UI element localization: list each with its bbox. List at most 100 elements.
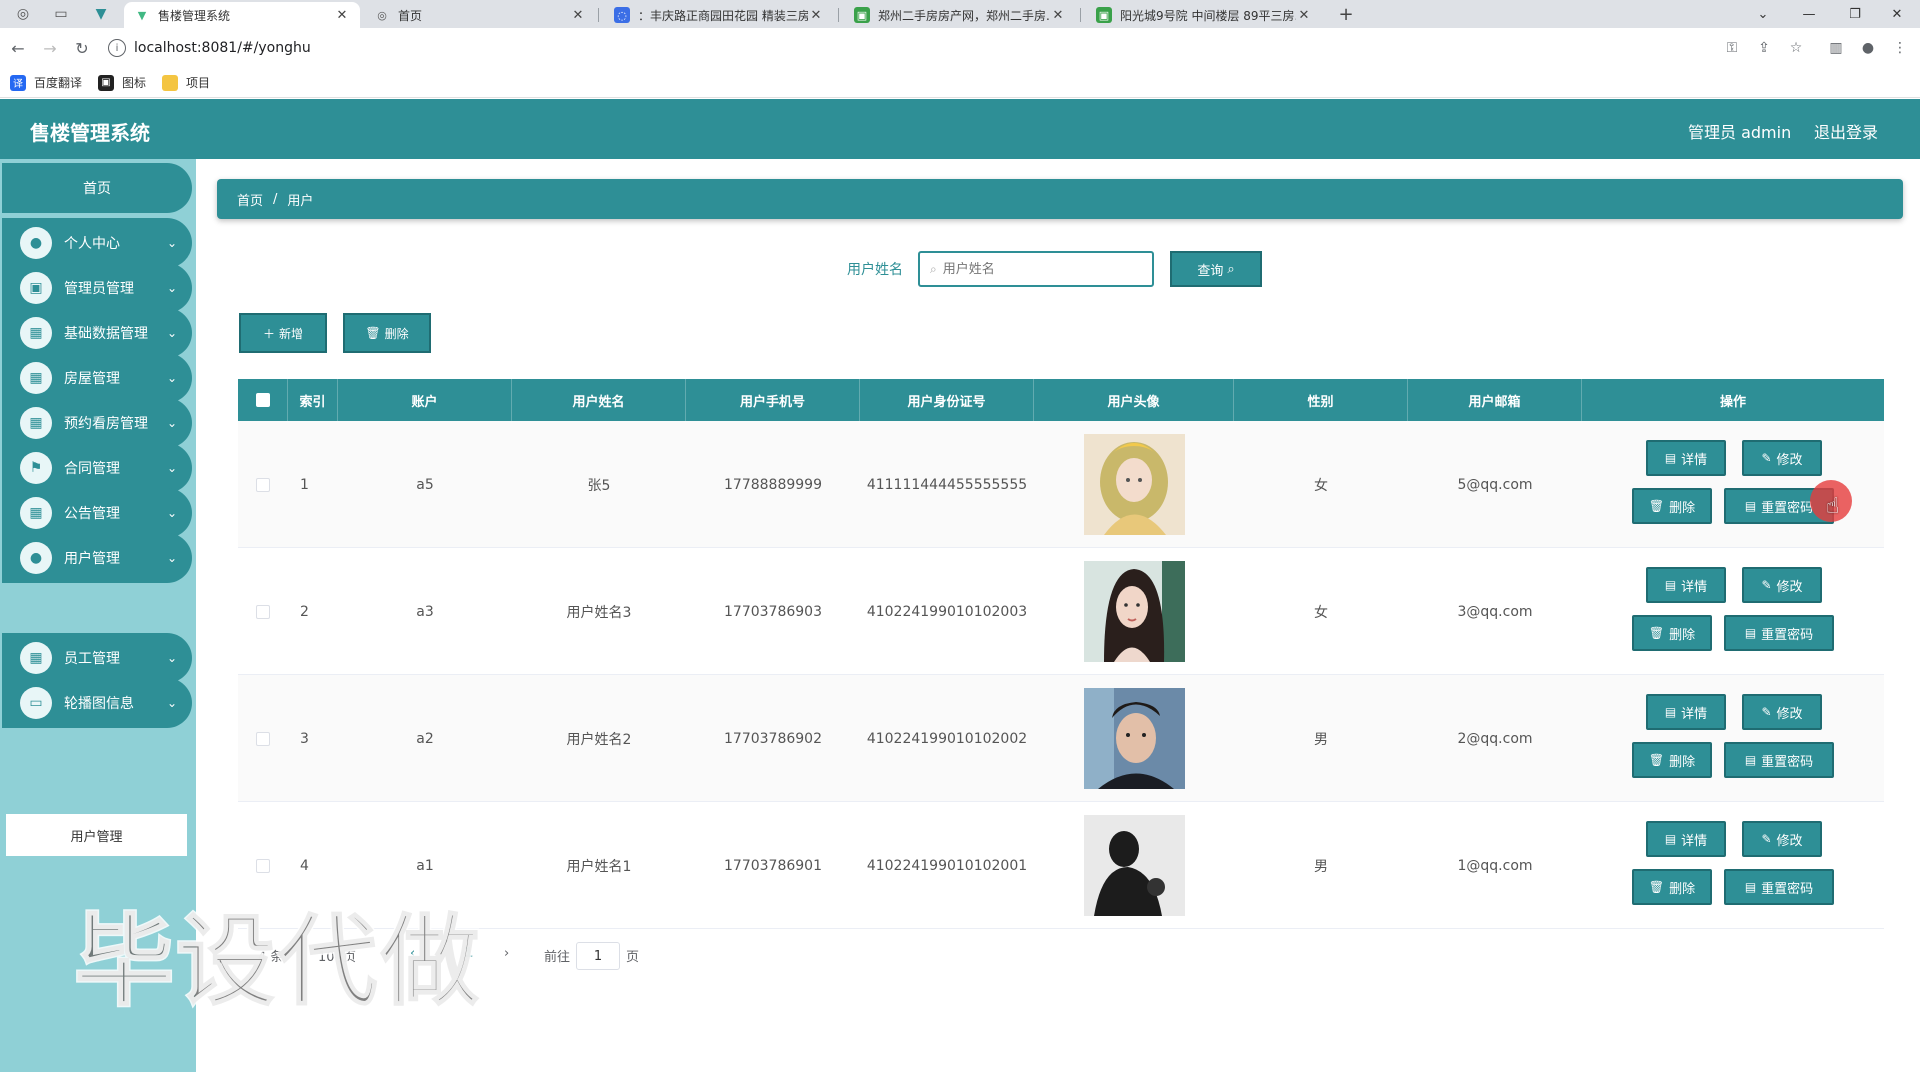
bookmark-icons[interactable]: ▣ 图标 xyxy=(98,74,146,91)
sidebar-item-label: 管理员管理 xyxy=(64,281,134,297)
tab-0[interactable]: ▼ 售楼管理系统 ✕ xyxy=(124,2,360,28)
bookmark-baidu-translate[interactable]: 译 百度翻译 xyxy=(10,74,82,91)
minimize-button[interactable]: — xyxy=(1786,0,1832,28)
edit-button[interactable]: ✎ 修改 xyxy=(1742,440,1822,476)
close-icon[interactable]: ✕ xyxy=(570,8,586,23)
image-icon: ▣ xyxy=(98,74,114,91)
edit-button[interactable]: ✎ 修改 xyxy=(1742,821,1822,857)
chevron-down-icon: ⌄ xyxy=(166,281,178,295)
logout-link[interactable]: 退出登录 xyxy=(1814,119,1878,143)
grid-icon: ▦ xyxy=(20,317,52,349)
submenu-item-user-management[interactable]: 用户管理 xyxy=(6,814,187,856)
sidepanel-icon[interactable]: ▥ xyxy=(1824,36,1848,60)
flag-icon: ⚑ xyxy=(20,452,52,484)
reload-icon[interactable]: ↻ xyxy=(70,36,94,60)
reset-password-button[interactable]: ▤ 重置密码 xyxy=(1724,869,1834,905)
row-checkbox[interactable] xyxy=(256,858,270,873)
breadcrumb-home[interactable]: 首页 xyxy=(237,190,263,209)
tab-2[interactable]: ◌ ：丰庆路正商园田花园 精装三房... ✕ xyxy=(604,2,834,28)
detail-button[interactable]: ▤ 详情 xyxy=(1646,821,1726,857)
search-label: 用户姓名 xyxy=(847,262,903,278)
page-icon[interactable]: ▭ xyxy=(44,0,78,28)
sidebar-item-6[interactable]: ▦ 公告管理 ⌄ xyxy=(2,488,192,538)
edit-button[interactable]: ✎ 修改 xyxy=(1742,567,1822,603)
delete-button[interactable]: 🗑 删除 xyxy=(1632,615,1712,651)
tab-3[interactable]: ▣ 郑州二手房房产网，郑州二手房... ✕ xyxy=(844,2,1076,28)
edit-button-label: 修改 xyxy=(1776,579,1803,595)
share-icon[interactable]: ⇪ xyxy=(1752,36,1776,60)
tab-4[interactable]: ▣ 阳光城9号院 中间楼层 89平三房... ✕ xyxy=(1086,2,1322,28)
sidebar-item-5[interactable]: ⚑ 合同管理 ⌄ xyxy=(2,443,192,493)
key-icon[interactable]: ⚿ xyxy=(1720,36,1744,60)
close-icon[interactable]: ✕ xyxy=(1296,8,1312,23)
reset-password-button[interactable]: ▤ 重置密码 xyxy=(1724,742,1834,778)
chevron-down-icon: ⌄ xyxy=(166,371,178,385)
delete-button[interactable]: 🗑 删除 xyxy=(1632,742,1712,778)
tab-search-icon[interactable]: ⌄ xyxy=(1740,0,1786,28)
restore-button[interactable]: ❐ xyxy=(1832,0,1878,28)
pagination-goto-label: 前往 xyxy=(544,950,571,965)
pagination-next[interactable]: › xyxy=(504,946,509,961)
sidebar-item-1[interactable]: ▣ 管理员管理 ⌄ xyxy=(2,263,192,313)
star-icon[interactable]: ☆ xyxy=(1784,36,1808,60)
menu-icon[interactable]: ⋮ xyxy=(1888,36,1912,60)
monitor-icon: ▭ xyxy=(20,687,52,719)
close-icon[interactable]: ✕ xyxy=(334,8,350,23)
sidebar-item-2[interactable]: ▦ 基础数据管理 ⌄ xyxy=(2,308,192,358)
search-button[interactable]: 查询 ⌕ xyxy=(1170,251,1262,287)
search-input[interactable] xyxy=(942,261,1123,277)
batch-delete-button[interactable]: 🗑 删除 xyxy=(343,313,431,353)
row-checkbox[interactable] xyxy=(256,604,270,619)
cell-gender: 男 xyxy=(1314,858,1328,875)
tab-1[interactable]: ◎ 首页 ✕ xyxy=(364,2,596,28)
select-all-checkbox[interactable] xyxy=(255,393,270,407)
forward-icon[interactable]: → xyxy=(38,36,62,60)
edit-button[interactable]: ✎ 修改 xyxy=(1742,694,1822,730)
sidebar-item-3[interactable]: ▦ 房屋管理 ⌄ xyxy=(2,353,192,403)
sidebar-item-7[interactable]: ● 用户管理 ⌄ xyxy=(2,533,192,583)
sidebar-item-label: 基础数据管理 xyxy=(64,326,148,342)
sidebar-item-0[interactable]: ● 个人中心 ⌄ xyxy=(2,218,192,268)
close-window-button[interactable]: ✕ xyxy=(1874,0,1920,28)
grid-icon: ▦ xyxy=(20,407,52,439)
row-checkbox[interactable] xyxy=(256,477,270,492)
delete-button[interactable]: 🗑 删除 xyxy=(1632,869,1712,905)
new-tab-button[interactable]: + xyxy=(1334,2,1358,26)
sidebar-item-9[interactable]: ▭ 轮播图信息 ⌄ xyxy=(2,678,192,728)
cell-account: a5 xyxy=(416,476,434,493)
url-field[interactable]: i localhost:8081/#/yonghu xyxy=(108,34,1804,62)
close-icon[interactable]: ✕ xyxy=(808,8,824,23)
grid-icon: ▦ xyxy=(20,642,52,674)
add-button[interactable]: ＋ 新增 xyxy=(239,313,327,353)
profile-icon[interactable]: ● xyxy=(1856,36,1880,60)
delete-button-label: 删除 xyxy=(1669,500,1696,516)
back-icon[interactable]: ← xyxy=(6,36,30,60)
sidebar-item-4[interactable]: ▦ 预约看房管理 ⌄ xyxy=(2,398,192,448)
row-checkbox[interactable] xyxy=(256,731,270,746)
cell-id-card: 410224199010102002 xyxy=(866,730,1028,747)
pagination-goto-input[interactable]: 1 xyxy=(576,942,620,970)
vue-icon[interactable]: ▼ xyxy=(84,0,118,28)
cell-index: 1 xyxy=(300,476,309,493)
row-select-cell xyxy=(238,548,288,675)
chevron-down-icon: ⌄ xyxy=(166,326,178,340)
cell-id-card: 410224199010102003 xyxy=(866,603,1028,620)
detail-button[interactable]: ▤ 详情 xyxy=(1646,440,1726,476)
reset-password-button[interactable]: ▤ 重置密码 xyxy=(1724,615,1834,651)
info-icon[interactable]: i xyxy=(108,39,126,57)
column-header-index: 索引 xyxy=(288,379,338,421)
detail-button[interactable]: ▤ 详情 xyxy=(1646,567,1726,603)
hand-cursor-icon: ☝ xyxy=(1826,494,1840,519)
close-icon[interactable]: ✕ xyxy=(1050,8,1066,23)
sidebar-item-8[interactable]: ▦ 员工管理 ⌄ xyxy=(2,633,192,683)
search-field[interactable]: ⌕ xyxy=(918,251,1154,287)
delete-button[interactable]: 🗑 删除 xyxy=(1632,488,1712,524)
globe-icon[interactable]: ◎ xyxy=(6,0,40,28)
folder-icon xyxy=(162,74,178,91)
sidebar-item-home[interactable]: 首页 xyxy=(2,163,192,213)
grid-icon: ▦ xyxy=(20,497,52,529)
trash-icon: 🗑 xyxy=(365,326,381,340)
user-icon: ● xyxy=(20,227,52,259)
detail-button[interactable]: ▤ 详情 xyxy=(1646,694,1726,730)
bookmark-projects[interactable]: 项目 xyxy=(162,74,210,91)
